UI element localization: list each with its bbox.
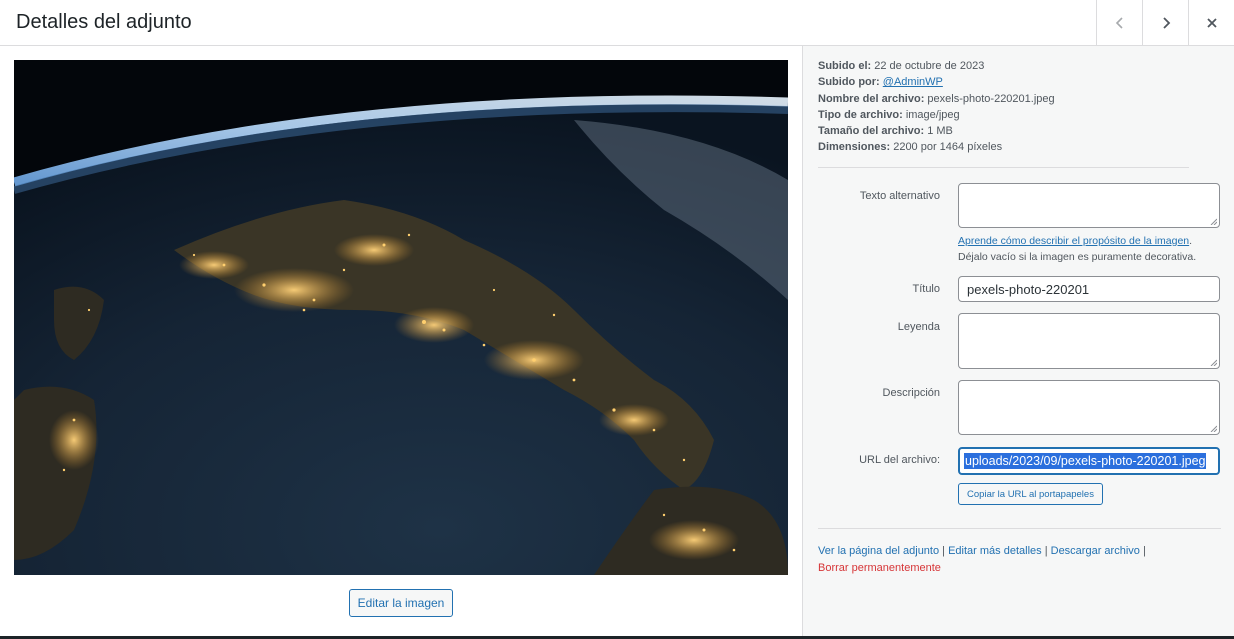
alt-text-field[interactable] [958, 183, 1220, 228]
uploader-link[interactable]: @AdminWP [883, 76, 943, 88]
edit-more-details-link[interactable]: Editar más detalles [948, 545, 1042, 557]
edit-image-button[interactable]: Editar la imagen [349, 589, 453, 617]
close-icon [1206, 17, 1217, 28]
alt-text-help-link[interactable]: Aprende cómo describir el propósito de l… [958, 235, 1189, 247]
chevron-right-icon [1162, 16, 1170, 29]
divider [818, 528, 1221, 529]
view-attachment-page-link[interactable]: Ver la página del adjunto [818, 545, 939, 557]
attachment-actions: Ver la página del adjunto | Editar más d… [818, 545, 1146, 574]
copy-url-button[interactable]: Copiar la URL al portapapeles [958, 483, 1103, 505]
caption-label: Leyenda [897, 321, 940, 333]
earth-at-night-image [14, 60, 788, 575]
uploaded-on-row: Subido el: 22 de octubre de 2023 [818, 60, 985, 72]
previous-button[interactable] [1096, 0, 1142, 45]
uploaded-by-row: Subido por: @AdminWP [818, 76, 943, 89]
attachment-details-sidebar: Subido el: 22 de octubre de 2023 Subido … [802, 46, 1234, 639]
download-file-link[interactable]: Descargar archivo [1051, 545, 1140, 557]
close-button[interactable] [1188, 0, 1234, 45]
file-info: Subido el: 22 de octubre de 2023 Subido … [818, 58, 1055, 156]
filesize-row: Tamaño del archivo: 1 MB [818, 125, 953, 138]
file-url-label: URL del archivo: [859, 454, 940, 466]
file-url-field[interactable]: uploads/2023/09/pexels-photo-220201.jpeg [958, 447, 1220, 475]
attachment-image [14, 60, 788, 575]
modal-header: Detalles del adjunto [0, 0, 1234, 46]
delete-permanently-link[interactable]: Borrar permanentemente [818, 562, 941, 574]
filetype-row: Tipo de archivo: image/jpeg [818, 108, 960, 121]
filename-row: Nombre del archivo: pexels-photo-220201.… [818, 92, 1055, 105]
file-url-value: uploads/2023/09/pexels-photo-220201.jpeg [964, 453, 1207, 469]
title-label: Título [912, 283, 940, 295]
resize-handle-icon[interactable] [1209, 424, 1217, 432]
modal-title: Detalles del adjunto [16, 11, 192, 33]
dimensions-row: Dimensiones: 2200 por 1464 píxeles [818, 141, 1003, 154]
alt-text-label: Texto alternativo [859, 190, 940, 202]
divider [818, 167, 1189, 168]
chevron-left-icon [1115, 16, 1123, 29]
image-preview-area: Editar la imagen [0, 46, 802, 639]
description-field[interactable] [958, 380, 1220, 435]
caption-field[interactable] [958, 313, 1220, 369]
title-field[interactable]: pexels-photo-220201 [958, 276, 1220, 302]
next-button[interactable] [1142, 0, 1188, 45]
alt-text-help: Aprende cómo describir el propósito de l… [958, 235, 1197, 263]
description-label: Descripción [882, 387, 940, 399]
resize-handle-icon[interactable] [1209, 358, 1217, 366]
resize-handle-icon[interactable] [1209, 217, 1217, 225]
